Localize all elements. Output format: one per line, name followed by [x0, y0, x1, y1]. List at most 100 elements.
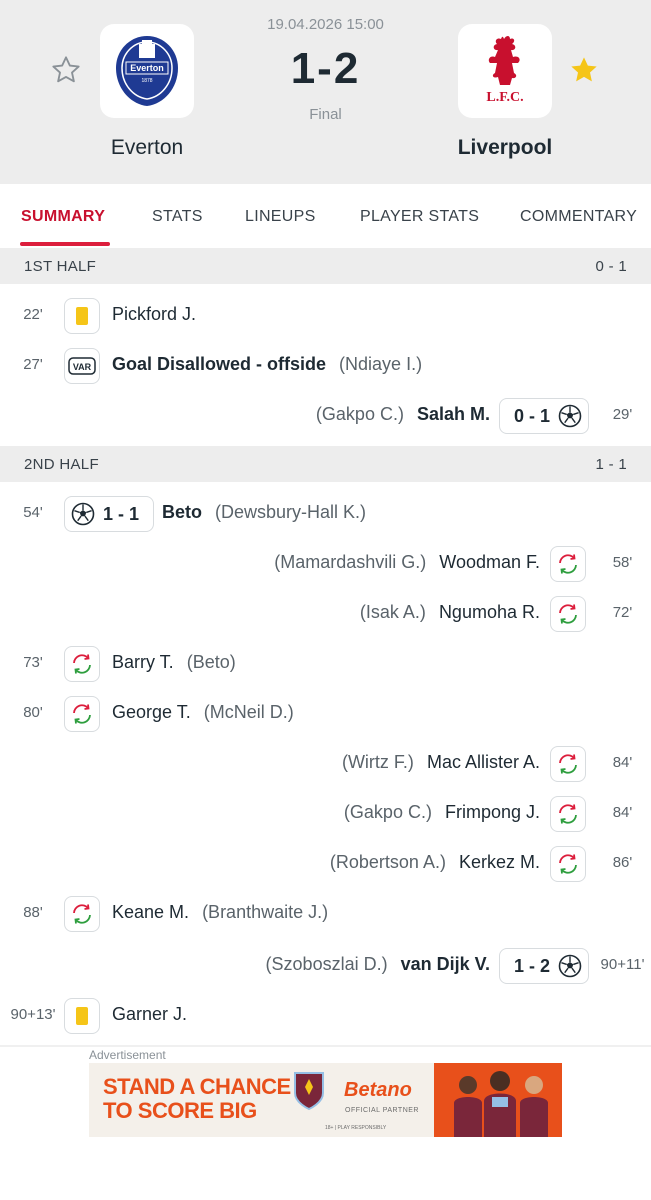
event-assist[interactable]: (Gakpo C.)	[344, 802, 432, 822]
event-minute: 54'	[23, 504, 43, 521]
event-minute: 58'	[612, 554, 633, 571]
favorite-away-button[interactable]	[566, 52, 602, 88]
tab-summary[interactable]: SUMMARY	[21, 208, 105, 226]
substitution-icon	[64, 646, 100, 682]
event-minute: 73'	[23, 654, 43, 671]
yellow-card-icon	[64, 298, 100, 334]
home-team-name[interactable]: Everton	[47, 136, 247, 160]
event-player[interactable]: van Dijk V.	[401, 954, 490, 974]
section-title: 1ST HALF	[24, 258, 97, 275]
event-player[interactable]: Salah M.	[417, 404, 490, 424]
event-minute: 90+13'	[10, 1006, 56, 1023]
event-assist[interactable]: (Beto)	[187, 652, 236, 672]
ad-headline-line1: STAND A CHANCE	[103, 1074, 291, 1099]
away-team-name[interactable]: Liverpool	[405, 136, 605, 160]
event-row[interactable]: 73' Barry T. (Beto)	[0, 638, 651, 688]
active-tab-indicator	[20, 242, 110, 246]
tab-lineups[interactable]: LINEUPS	[245, 208, 316, 226]
event-row[interactable]: (Robertson A.) Kerkez M. 86'	[0, 838, 651, 888]
event-row[interactable]: 80' George T. (McNeil D.)	[0, 688, 651, 738]
event-minute: 84'	[612, 754, 633, 771]
tab-player-stats[interactable]: PLAYER STATS	[360, 208, 479, 226]
tab-commentary[interactable]: COMMENTARY	[520, 208, 637, 226]
event-player[interactable]: Mac Allister A.	[427, 752, 540, 772]
event-minute: 90+11'	[600, 956, 645, 973]
event-player[interactable]: Ngumoha R.	[439, 602, 540, 622]
liverpool-logo[interactable]: L.F.C.	[458, 24, 552, 118]
event-player[interactable]: Pickford J.	[112, 304, 196, 324]
event-row[interactable]: (Mamardashvili G.) Woodman F. 58'	[0, 538, 651, 588]
ad-banner[interactable]: STAND A CHANCE TO SCORE BIG Betano OFFIC…	[89, 1063, 562, 1137]
star-filled-icon	[571, 57, 597, 82]
ad-headline-line2: TO SCORE BIG	[103, 1098, 257, 1123]
event-row[interactable]: 27' VAR Goal Disallowed - offside (Ndiay…	[0, 340, 651, 390]
substitution-icon	[550, 746, 586, 782]
event-player[interactable]: Barry T.	[112, 652, 174, 672]
match-score: 1-2	[290, 44, 361, 93]
event-player[interactable]: Kerkez M.	[459, 852, 540, 872]
event-minute: 27'	[23, 356, 43, 373]
football-icon	[558, 954, 582, 978]
yellow-card-icon	[64, 998, 100, 1034]
svg-text:VAR: VAR	[73, 362, 92, 372]
event-minute: 86'	[612, 854, 633, 871]
section-score: 0 - 1	[595, 258, 627, 275]
event-player[interactable]: Frimpong J.	[445, 802, 540, 822]
tab-stats[interactable]: STATS	[152, 208, 203, 226]
svg-text:L.F.C.: L.F.C.	[486, 90, 523, 105]
event-minute: 84'	[612, 804, 633, 821]
event-description: Goal Disallowed - offside	[112, 354, 327, 374]
event-row[interactable]: 54' 1 - 1 Beto (Dewsbury-Hall K.)	[0, 488, 651, 538]
event-row[interactable]: (Gakpo C.) Frimpong J. 84'	[0, 788, 651, 838]
event-minute: 88'	[23, 904, 43, 921]
event-assist[interactable]: (Robertson A.)	[330, 852, 446, 872]
event-assist[interactable]: (Szoboszlai D.)	[266, 954, 388, 974]
event-minute: 29'	[612, 406, 633, 423]
goal-score: 1 - 2	[514, 955, 551, 976]
substitution-icon	[550, 546, 586, 582]
section-header-1st-half: 1ST HALF 0 - 1	[0, 248, 651, 284]
event-assist[interactable]: (Mamardashvili G.)	[274, 552, 426, 572]
event-row[interactable]: 22' Pickford J.	[0, 290, 651, 340]
event-row[interactable]: (Szoboszlai D.) van Dijk V. 1 - 2 90+11'	[0, 940, 651, 990]
substitution-icon	[550, 796, 586, 832]
section-score: 1 - 1	[595, 456, 627, 473]
football-icon	[71, 502, 95, 526]
match-tabs: SUMMARY STATS LINEUPS PLAYER STATS COMME…	[0, 184, 651, 248]
ad-label: Advertisement	[89, 1048, 166, 1062]
event-row[interactable]: 88' Keane M. (Branthwaite J.)	[0, 888, 651, 938]
event-player[interactable]: Beto	[162, 502, 202, 522]
event-row[interactable]: (Wirtz F.) Mac Allister A. 84'	[0, 738, 651, 788]
football-icon	[558, 404, 582, 428]
substitution-icon	[550, 596, 586, 632]
event-assist[interactable]: (Gakpo C.)	[316, 404, 404, 424]
event-assist[interactable]: (Wirtz F.)	[342, 752, 414, 772]
substitution-icon	[64, 696, 100, 732]
event-assist[interactable]: (Ndiaye I.)	[339, 354, 422, 374]
event-assist[interactable]: (Dewsbury-Hall K.)	[215, 502, 366, 522]
ad-headline: STAND A CHANCE TO SCORE BIG	[103, 1075, 291, 1123]
var-icon: VAR	[64, 348, 100, 384]
event-player[interactable]: Woodman F.	[439, 552, 540, 572]
event-minute: 80'	[23, 704, 43, 721]
goal-score: 1 - 1	[103, 503, 140, 524]
event-assist[interactable]: (Isak A.)	[360, 602, 426, 622]
event-player[interactable]: George T.	[112, 702, 191, 722]
match-header: Everton 1878 19.04.2026 15:00 1-2 Final …	[0, 0, 651, 184]
event-row[interactable]: (Gakpo C.) Salah M. 0 - 1 29'	[0, 390, 651, 440]
aston-villa-crest-icon	[294, 1072, 324, 1111]
event-row[interactable]: (Isak A.) Ngumoha R. 72'	[0, 588, 651, 638]
substitution-icon	[550, 846, 586, 882]
event-player[interactable]: Keane M.	[112, 902, 189, 922]
ad-tagline: 18+ | PLAY RESPONSIBLY	[325, 1125, 387, 1131]
divider	[0, 1045, 651, 1047]
goal-score-badge: 1 - 1	[64, 496, 155, 532]
event-assist[interactable]: (Branthwaite J.)	[202, 902, 328, 922]
event-minute: 72'	[612, 604, 633, 621]
event-row[interactable]: 90+13' Garner J.	[0, 990, 651, 1040]
event-player[interactable]: Garner J.	[112, 1004, 187, 1024]
ad-brand: Betano	[344, 1079, 412, 1101]
goal-score-badge: 1 - 2	[499, 948, 590, 984]
section-header-2nd-half: 2ND HALF 1 - 1	[0, 446, 651, 482]
event-assist[interactable]: (McNeil D.)	[204, 702, 294, 722]
